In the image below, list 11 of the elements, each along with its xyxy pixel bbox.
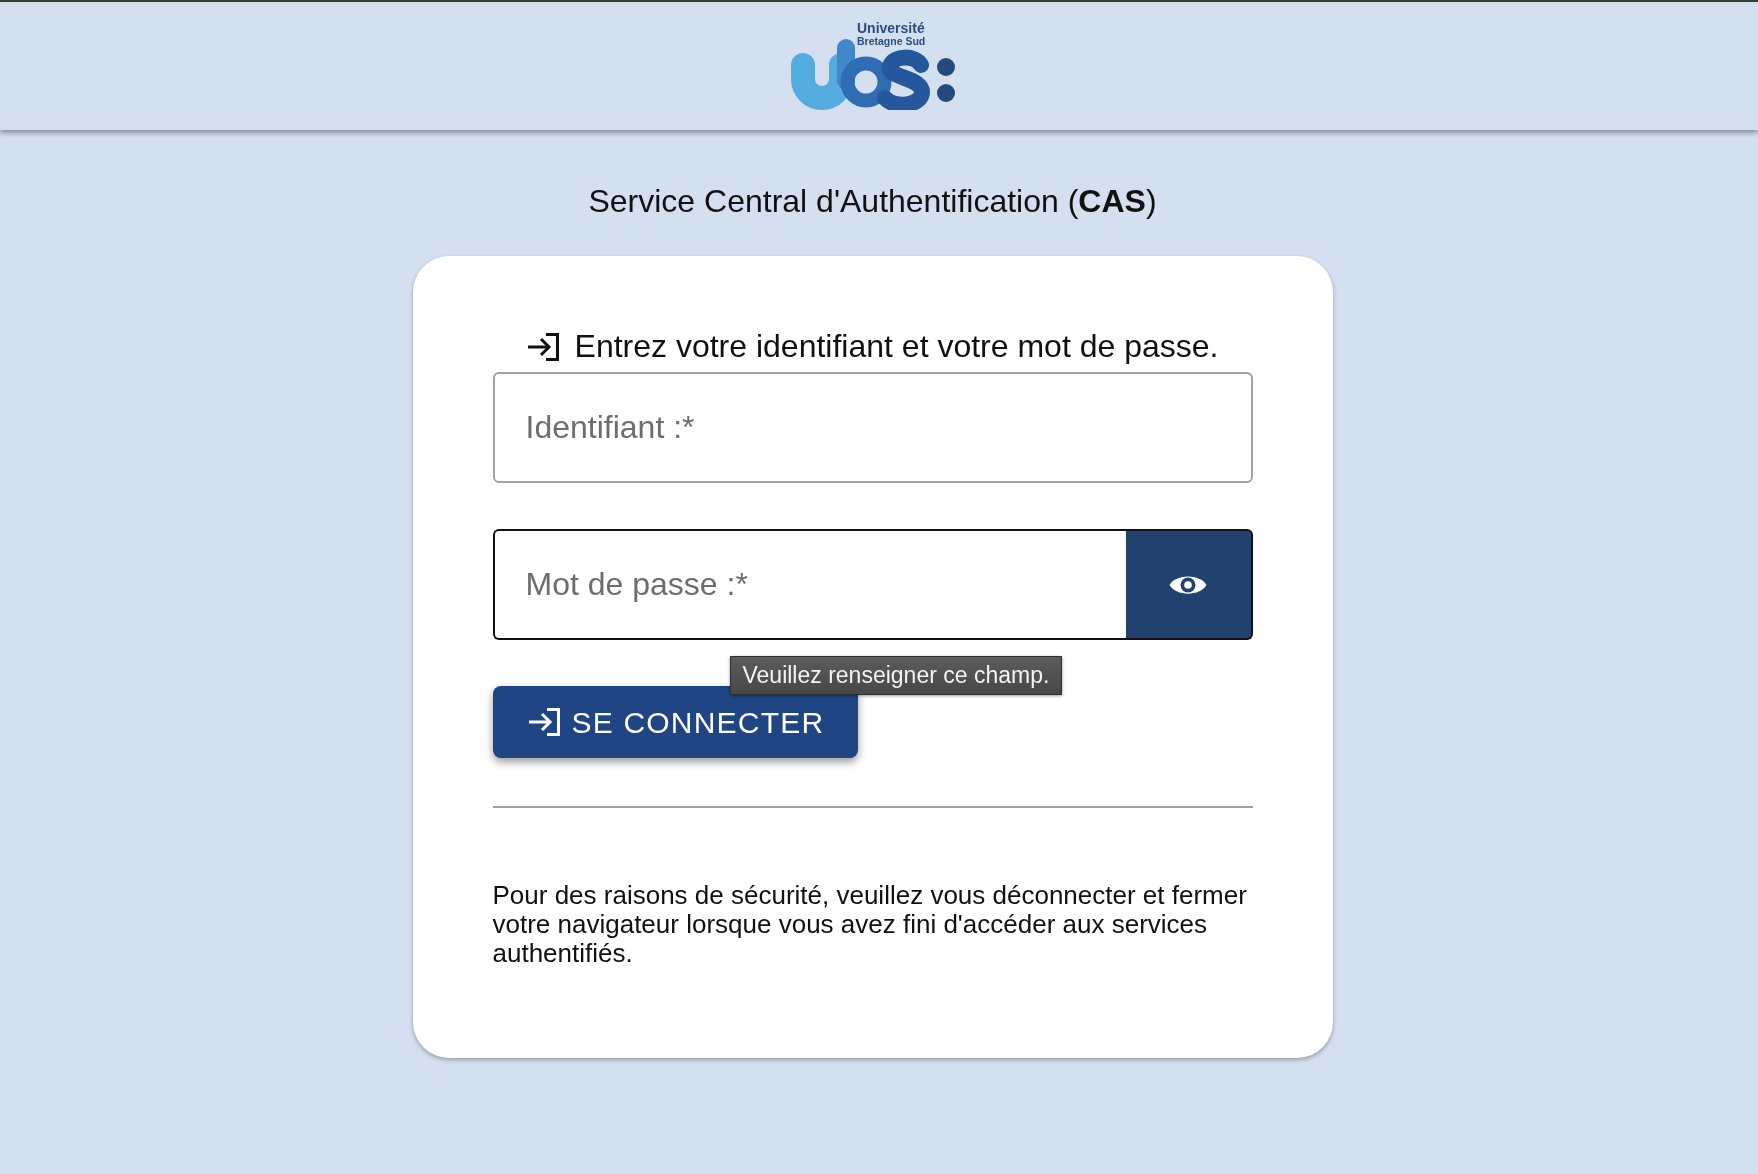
logo-text: Université: [857, 20, 925, 37]
form-instructions: Entrez votre identifiant et votre mot de passe.: [574, 328, 1219, 365]
page-title: Service Central d'Authentification (CAS): [588, 183, 1157, 220]
logo-mark-icon: [791, 39, 955, 110]
login-icon: [526, 332, 561, 361]
security-notice: Pour des raisons de sécurité, veuillez vous déconnecter et fermer votre navigateur lorsque vous avez fini d'accéder aux services authentifiés.: [492, 881, 1248, 968]
login-icon: [527, 707, 562, 737]
tooltip: Veuillez renseigner ce champ.: [729, 656, 1063, 695]
username-field[interactable]: Identifiant :*: [492, 372, 1253, 483]
login-button[interactable]: SE CONNECTER: [492, 686, 859, 758]
logo-text: Bretagne Sud: [857, 34, 926, 47]
